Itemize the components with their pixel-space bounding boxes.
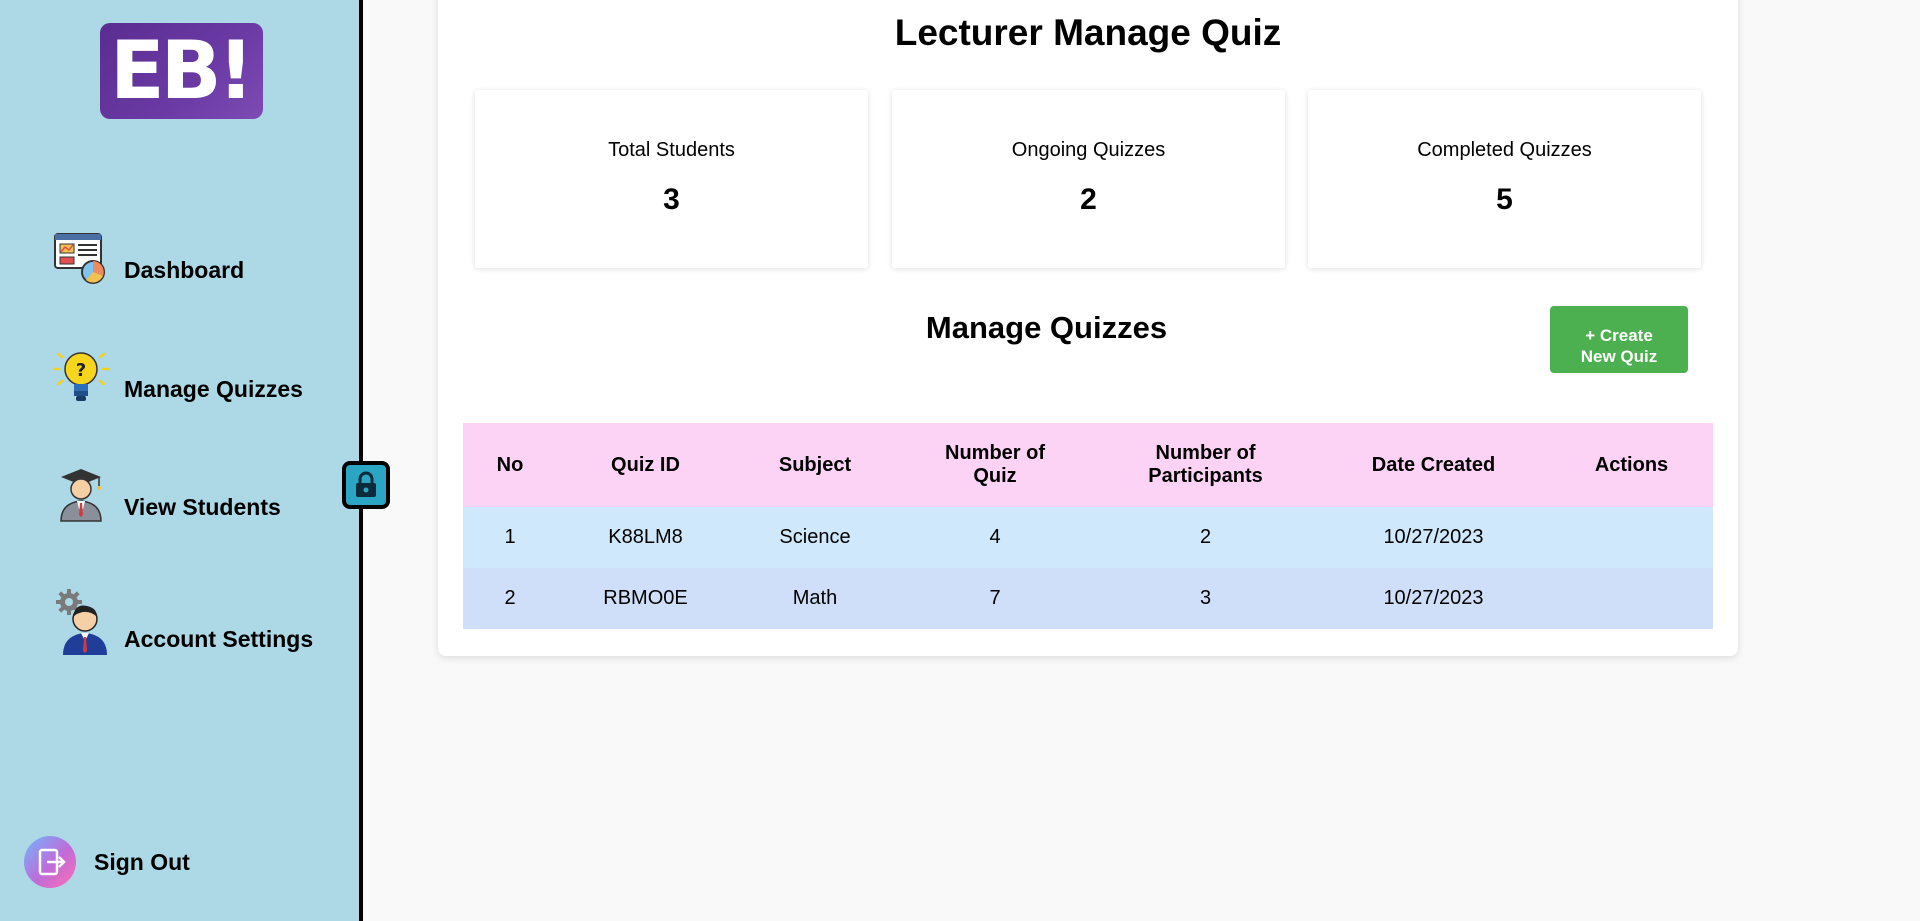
- stat-label: Ongoing Quizzes: [1011, 139, 1166, 161]
- table-actions-cell[interactable]: [1550, 507, 1713, 568]
- column-header: Number of Quiz: [945, 442, 1045, 487]
- table-header-row: No Quiz ID Subject Number of Quiz Number…: [463, 423, 1713, 507]
- stat-label: Total Students: [608, 139, 735, 161]
- sidebar-item-dashboard[interactable]: Dashboard: [53, 230, 244, 286]
- table-cell: 10/27/2023: [1383, 526, 1484, 548]
- logo-text: EB!: [110, 24, 254, 117]
- create-new-quiz-button[interactable]: + Create New Quiz: [1550, 306, 1688, 373]
- table-cell: 3: [1199, 587, 1212, 609]
- column-header: Quiz ID: [611, 453, 680, 476]
- stat-card-completed-quizzes: Completed Quizzes 5: [1308, 90, 1701, 268]
- sign-out-icon: [24, 836, 76, 888]
- sidebar-item-view-students[interactable]: View Students: [53, 467, 281, 523]
- column-header: Actions: [1594, 453, 1669, 476]
- column-header: Date Created: [1371, 453, 1496, 476]
- column-header: Number of Participants: [1148, 442, 1263, 487]
- sidebar-item-label: Manage Quizzes: [124, 376, 303, 402]
- stat-value: 5: [1496, 183, 1513, 216]
- sidebar: EB! Dashboard ? Manage Quizzes View Stud…: [0, 0, 363, 921]
- section-title: Manage Quizzes: [925, 310, 1168, 345]
- stat-value: 2: [1080, 183, 1097, 216]
- sidebar-item-account-settings[interactable]: Account Settings: [53, 589, 313, 655]
- sidebar-item-label: Dashboard: [124, 257, 245, 283]
- graduate-student-icon: [60, 469, 102, 522]
- sidebar-item-label: Account Settings: [124, 626, 314, 652]
- table-cell: 7: [989, 587, 1001, 609]
- table-cell: 2: [1199, 526, 1212, 548]
- sign-out-button[interactable]: Sign Out: [24, 836, 190, 888]
- table-cell: Science: [779, 526, 851, 548]
- stat-card-ongoing-quizzes: Ongoing Quizzes 2: [892, 90, 1285, 268]
- table-cell: Math: [792, 587, 838, 609]
- user-gear-icon: [56, 589, 107, 655]
- table-cell: 1: [504, 526, 516, 548]
- svg-text:?: ?: [76, 360, 86, 381]
- table-cell: 4: [989, 526, 1001, 548]
- sidebar-item-label: View Students: [124, 494, 281, 520]
- stat-value: 3: [663, 183, 680, 216]
- main-card: Lecturer Manage Quiz Total Students 3 On…: [438, 0, 1738, 656]
- table-cell: 10/27/2023: [1383, 587, 1484, 609]
- table-row: 2 RBMO0E Math 7 3 10/27/2023: [463, 568, 1713, 629]
- sidebar-lock-toggle[interactable]: [342, 461, 390, 509]
- lock-icon: [356, 471, 376, 497]
- quiz-table: No Quiz ID Subject Number of Quiz Number…: [463, 423, 1713, 629]
- stat-label: Completed Quizzes: [1417, 139, 1592, 161]
- page-title: Lecturer Manage Quiz: [894, 12, 1282, 53]
- column-header: Subject: [778, 453, 852, 476]
- table-cell: RBMO0E: [603, 587, 688, 609]
- stat-card-total-students: Total Students 3: [475, 90, 868, 268]
- column-header: No: [496, 453, 524, 476]
- sidebar-item-manage-quizzes[interactable]: ? Manage Quizzes: [53, 349, 303, 405]
- table-actions-cell[interactable]: [1550, 568, 1713, 629]
- table-cell: K88LM8: [608, 526, 683, 548]
- lightbulb-question-icon: ?: [53, 352, 109, 401]
- dashboard-icon: [54, 233, 105, 284]
- table-cell: 2: [504, 587, 516, 609]
- eb-logo[interactable]: EB!: [100, 23, 263, 119]
- sign-out-label: Sign Out: [94, 848, 190, 875]
- table-row: 1 K88LM8 Science 4 2 10/27/2023: [463, 507, 1713, 568]
